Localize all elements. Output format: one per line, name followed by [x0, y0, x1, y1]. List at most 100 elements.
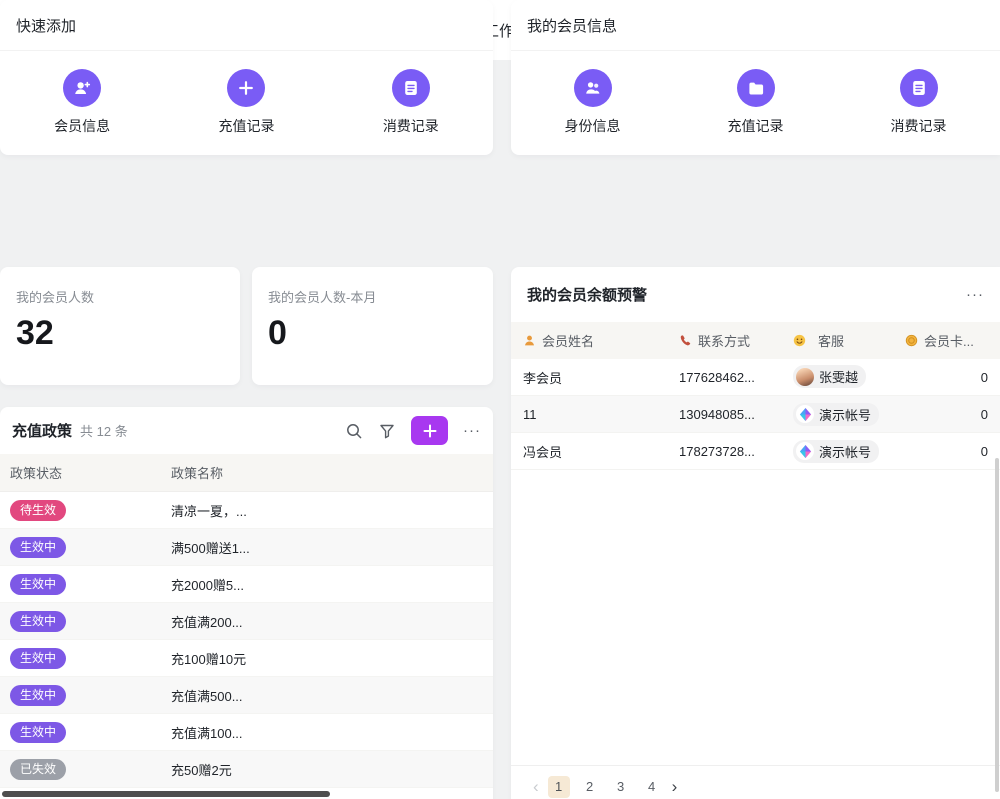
recharge-policy-title: 充值政策	[12, 420, 72, 441]
policy-row[interactable]: 待生效 清凉一夏，...	[0, 492, 493, 529]
action-label: 消费记录	[383, 116, 439, 136]
page-4-button[interactable]: 4	[641, 776, 663, 798]
smiley-icon	[793, 334, 806, 347]
member-info-card: 我的会员信息 身份信息 充值记录 消费记录	[511, 0, 1000, 155]
stat-label: 我的会员人数	[16, 287, 224, 306]
member-info-actions: 身份信息 充值记录 消费记录	[511, 51, 1000, 154]
member-add-icon	[63, 69, 101, 107]
policy-name-cell: 清凉一夏，...	[165, 501, 493, 520]
demo-logo-icon	[796, 442, 814, 460]
stat-card-member-count-month: 我的会员人数-本月 0	[252, 267, 493, 385]
action-label: 消费记录	[891, 116, 947, 136]
policy-name-cell: 充2000赠5...	[165, 575, 493, 594]
column-header-member-card[interactable]: 会员卡...	[893, 331, 1000, 350]
person-icon	[523, 334, 536, 347]
member-phone-cell: 177628462...	[667, 370, 781, 385]
page-3-button[interactable]: 3	[610, 776, 632, 798]
stat-value: 32	[16, 314, 224, 353]
member-info-title: 我的会员信息	[511, 0, 1000, 51]
member-row[interactable]: 李会员 177628462... 张雯越 0	[511, 359, 1000, 396]
policy-name-cell: 充100赠10元	[165, 649, 493, 668]
add-member-info-button[interactable]: 会员信息	[54, 69, 110, 136]
photo-avatar	[796, 368, 814, 386]
policy-row[interactable]: 生效中 充100赠10元	[0, 640, 493, 677]
member-table-body: 李会员 177628462... 张雯越 0 11 130948085...	[511, 359, 1000, 470]
policy-row[interactable]: 生效中 充值满100...	[0, 714, 493, 751]
status-badge: 生效中	[10, 685, 66, 706]
policy-row[interactable]: 已失效 充50赠2元	[0, 751, 493, 788]
page-1-button[interactable]: 1	[548, 776, 570, 798]
policy-name-cell: 充值满100...	[165, 723, 493, 742]
quick-add-title: 快速添加	[0, 0, 493, 51]
horizontal-scrollbar[interactable]	[2, 791, 330, 797]
agent-pill: 演示帐号	[793, 440, 879, 463]
quick-add-actions: 会员信息 充值记录 消费记录	[0, 51, 493, 154]
status-badge: 已失效	[10, 759, 66, 780]
folder-icon	[737, 69, 775, 107]
add-policy-button[interactable]	[411, 416, 448, 445]
column-header-member-name[interactable]: 会员姓名	[511, 331, 667, 350]
page-2-button[interactable]: 2	[579, 776, 601, 798]
agent-pill: 演示帐号	[793, 403, 879, 426]
status-badge: 待生效	[10, 500, 66, 521]
vertical-scrollbar[interactable]	[995, 458, 999, 792]
policy-row[interactable]: 生效中 满500赠送1...	[0, 529, 493, 566]
member-phone-cell: 178273728...	[667, 444, 781, 459]
member-name-cell: 11	[511, 407, 667, 422]
policy-name-cell: 满500赠送1...	[165, 538, 493, 557]
agent-pill: 张雯越	[793, 365, 866, 388]
policy-row[interactable]: 生效中 充2000赠5...	[0, 566, 493, 603]
stat-value: 0	[268, 314, 477, 353]
status-badge: 生效中	[10, 537, 66, 558]
action-label: 充值记录	[218, 116, 274, 136]
receipt-icon	[900, 69, 938, 107]
identity-info-button[interactable]: 身份信息	[565, 69, 621, 136]
policy-name-cell: 充值满200...	[165, 612, 493, 631]
recharge-records-button[interactable]: 充值记录	[728, 69, 784, 136]
more-icon[interactable]: ···	[463, 423, 481, 438]
filter-icon[interactable]	[378, 422, 396, 440]
workbench-page: 客服工作台 快速添加 会员信息 充值记录 消费	[0, 0, 1000, 799]
add-consume-record-button[interactable]: 消费记录	[383, 69, 439, 136]
consume-records-button[interactable]: 消费记录	[891, 69, 947, 136]
quick-add-card: 快速添加 会员信息 充值记录 消费记录	[0, 0, 493, 155]
column-header-agent[interactable]: 客服	[781, 331, 893, 350]
member-name-cell: 冯会员	[511, 442, 667, 461]
action-label: 身份信息	[565, 116, 621, 136]
status-badge: 生效中	[10, 648, 66, 669]
demo-logo-icon	[796, 405, 814, 423]
more-icon[interactable]: ···	[966, 287, 984, 302]
coin-icon	[905, 334, 918, 347]
balance-warning-title: 我的会员余额预警	[527, 284, 647, 305]
policy-table-header: 政策状态 政策名称	[0, 454, 493, 492]
status-badge: 生效中	[10, 574, 66, 595]
next-page-button[interactable]: ›	[672, 777, 678, 797]
balance-warning-card: 我的会员余额预警 ··· 会员姓名 联系方式 客服 会员卡...	[511, 267, 1000, 799]
column-header-status[interactable]: 政策状态	[0, 463, 165, 482]
policy-row[interactable]: 生效中 充值满500...	[0, 677, 493, 714]
member-table-header: 会员姓名 联系方式 客服 会员卡...	[511, 322, 1000, 359]
recharge-policy-card: 充值政策 共 12 条 ··· 政策状态 政策名称 待生效	[0, 407, 493, 799]
balance-warning-header: 我的会员余额预警 ···	[511, 267, 1000, 322]
prev-page-button[interactable]: ‹	[533, 777, 539, 797]
policy-table-body: 待生效 清凉一夏，... 生效中 满500赠送1... 生效中 充2000赠5.…	[0, 492, 493, 788]
recharge-policy-header: 充值政策 共 12 条 ···	[0, 407, 493, 454]
column-header-name[interactable]: 政策名称	[165, 463, 493, 482]
status-badge: 生效中	[10, 722, 66, 743]
policy-name-cell: 充值满500...	[165, 686, 493, 705]
receipt-icon	[392, 69, 430, 107]
member-agent-cell: 演示帐号	[781, 403, 893, 426]
status-badge: 生效中	[10, 611, 66, 632]
record-count: 共 12 条	[80, 421, 128, 440]
column-header-phone[interactable]: 联系方式	[667, 331, 781, 350]
policy-row[interactable]: 生效中 充值满200...	[0, 603, 493, 640]
add-recharge-record-button[interactable]: 充值记录	[218, 69, 274, 136]
member-phone-cell: 130948085...	[667, 407, 781, 422]
member-row[interactable]: 冯会员 178273728... 演示帐号 0	[511, 433, 1000, 470]
search-icon[interactable]	[345, 422, 363, 440]
action-label: 充值记录	[728, 116, 784, 136]
member-balance-cell: 0	[893, 370, 1000, 385]
pagination: ‹ 1 2 3 4 ›	[511, 765, 1000, 799]
member-row[interactable]: 11 130948085... 演示帐号 0	[511, 396, 1000, 433]
action-label: 会员信息	[54, 116, 110, 136]
